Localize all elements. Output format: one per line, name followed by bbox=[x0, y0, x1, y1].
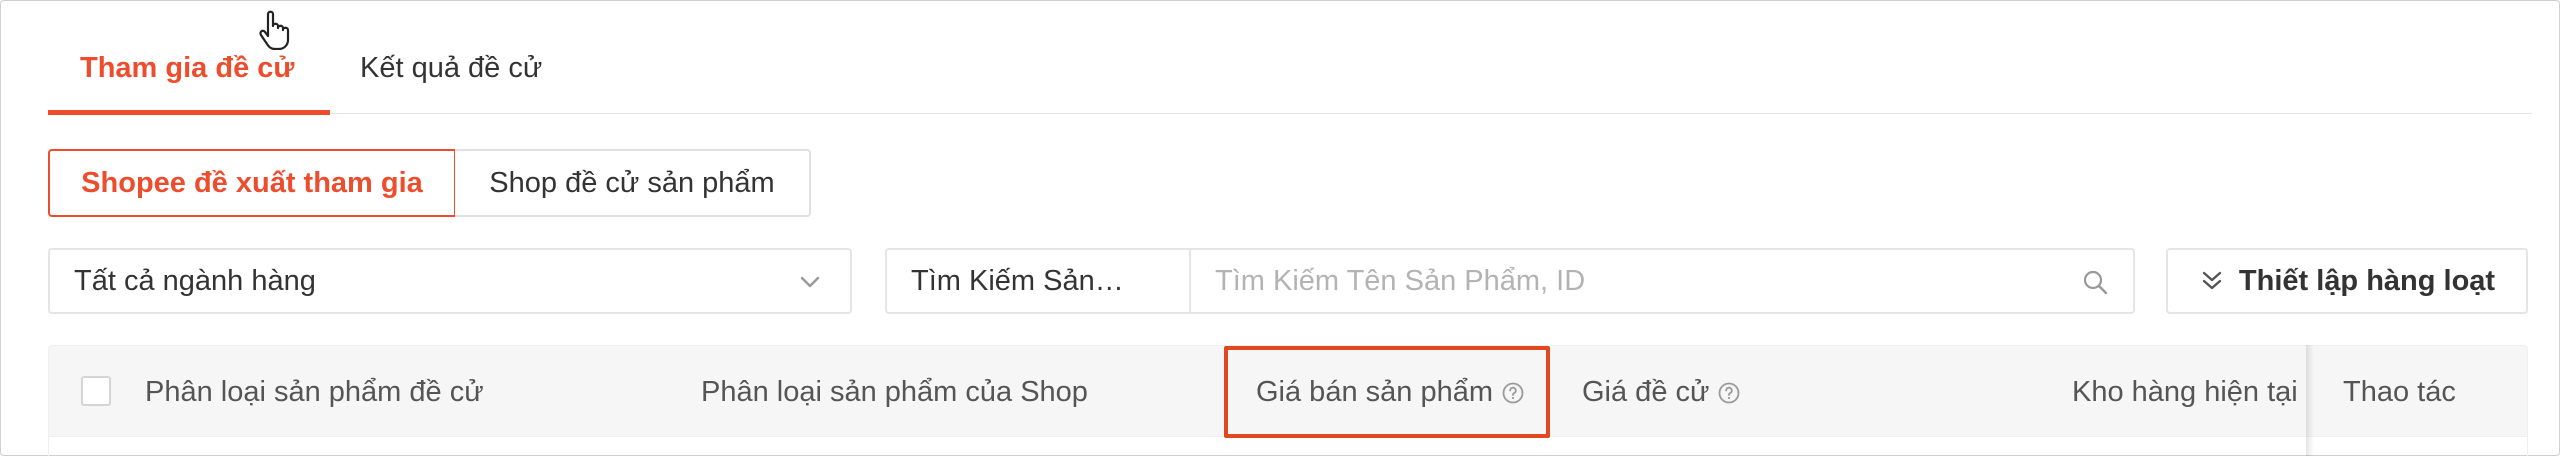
active-tab-indicator bbox=[48, 110, 330, 115]
select-all-checkbox[interactable] bbox=[81, 376, 111, 406]
header-current-stock: Kho hàng hiện tại bbox=[2072, 376, 2298, 408]
segment-shop-nominated[interactable]: Shop đề cử sản phẩm bbox=[455, 149, 811, 217]
chevron-down-icon bbox=[800, 276, 820, 288]
table-body-top bbox=[48, 437, 2528, 456]
bulk-setup-button[interactable]: Thiết lập hàng loạt bbox=[2166, 248, 2528, 314]
category-select-value: Tất cả ngành hàng bbox=[74, 264, 316, 297]
header-nominated-price-label: Giá đề cử bbox=[1582, 376, 1710, 408]
category-select[interactable]: Tất cả ngành hàng bbox=[48, 248, 852, 314]
header-nominated-price: Giá đề cử bbox=[1582, 376, 1741, 409]
help-circle-icon[interactable] bbox=[1717, 381, 1741, 405]
tab-join-nomination[interactable]: Tham gia đề cử bbox=[80, 52, 294, 85]
search-group: Tìm Kiếm Sản… bbox=[885, 248, 2135, 314]
search-icon[interactable] bbox=[2081, 268, 2109, 296]
header-shop-variation: Phân loại sản phẩm của Shop bbox=[701, 376, 1088, 408]
header-actions: Thao tác bbox=[2343, 376, 2456, 408]
tab-nomination-results[interactable]: Kết quả đề cử bbox=[360, 52, 542, 85]
hand-pointer-icon bbox=[259, 10, 290, 50]
highlight-box bbox=[1224, 346, 1550, 438]
search-type-select[interactable]: Tìm Kiếm Sản… bbox=[887, 250, 1191, 312]
search-type-value: Tìm Kiếm Sản… bbox=[911, 264, 1124, 297]
double-chevron-down-icon bbox=[2202, 271, 2222, 290]
tab-divider bbox=[48, 113, 2532, 114]
bulk-setup-label: Thiết lập hàng loạt bbox=[2238, 264, 2496, 297]
segment-shopee-suggested[interactable]: Shopee đề xuất tham gia bbox=[48, 149, 456, 217]
header-nominated-variation: Phân loại sản phẩm đề cử bbox=[145, 376, 484, 408]
search-input[interactable] bbox=[1191, 250, 2133, 312]
